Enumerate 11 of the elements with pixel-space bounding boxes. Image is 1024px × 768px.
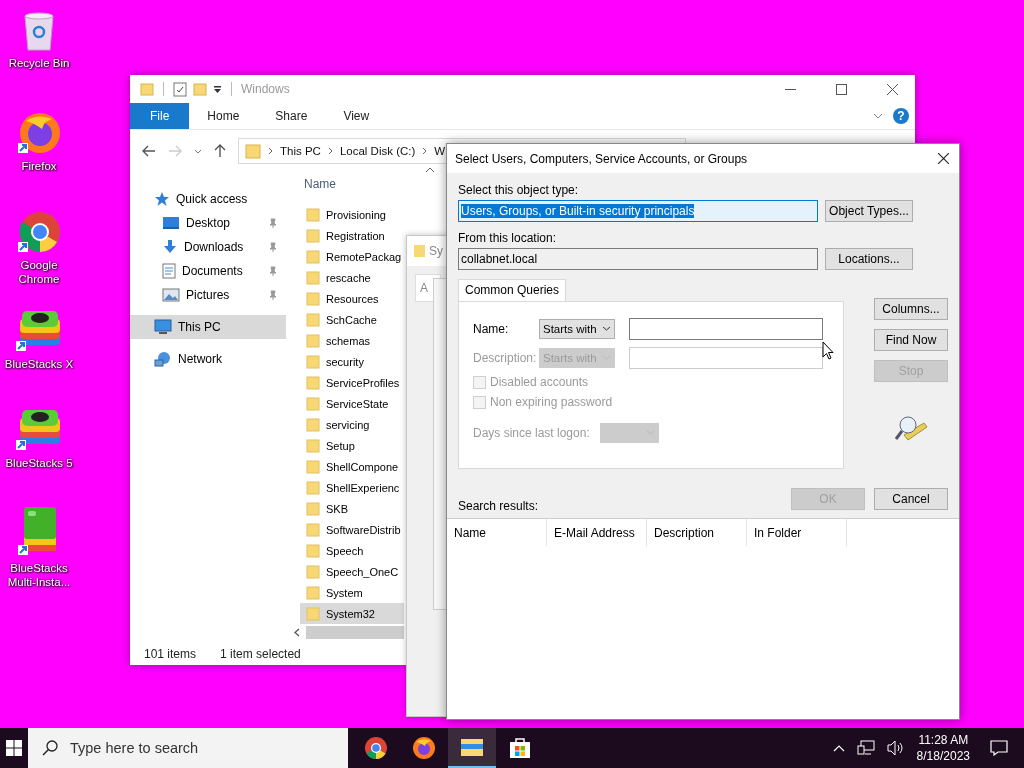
- dialog-title: Select Users, Computers, Service Accounts, or Groups: [455, 151, 748, 166]
- status-text: 101 items: [144, 647, 197, 661]
- window-title: Windows: [241, 82, 290, 96]
- window-title: Sy: [429, 244, 443, 258]
- field-label: Select this object type:: [458, 183, 580, 198]
- status-text: 1 item selected: [220, 647, 301, 661]
- results-label: Search results:: [458, 499, 539, 514]
- field-label: From this location:: [458, 231, 558, 246]
- query-label: Days since last logon:: [473, 425, 590, 440]
- query-label: Description:: [473, 350, 538, 365]
- query-label: Name:: [473, 321, 510, 336]
